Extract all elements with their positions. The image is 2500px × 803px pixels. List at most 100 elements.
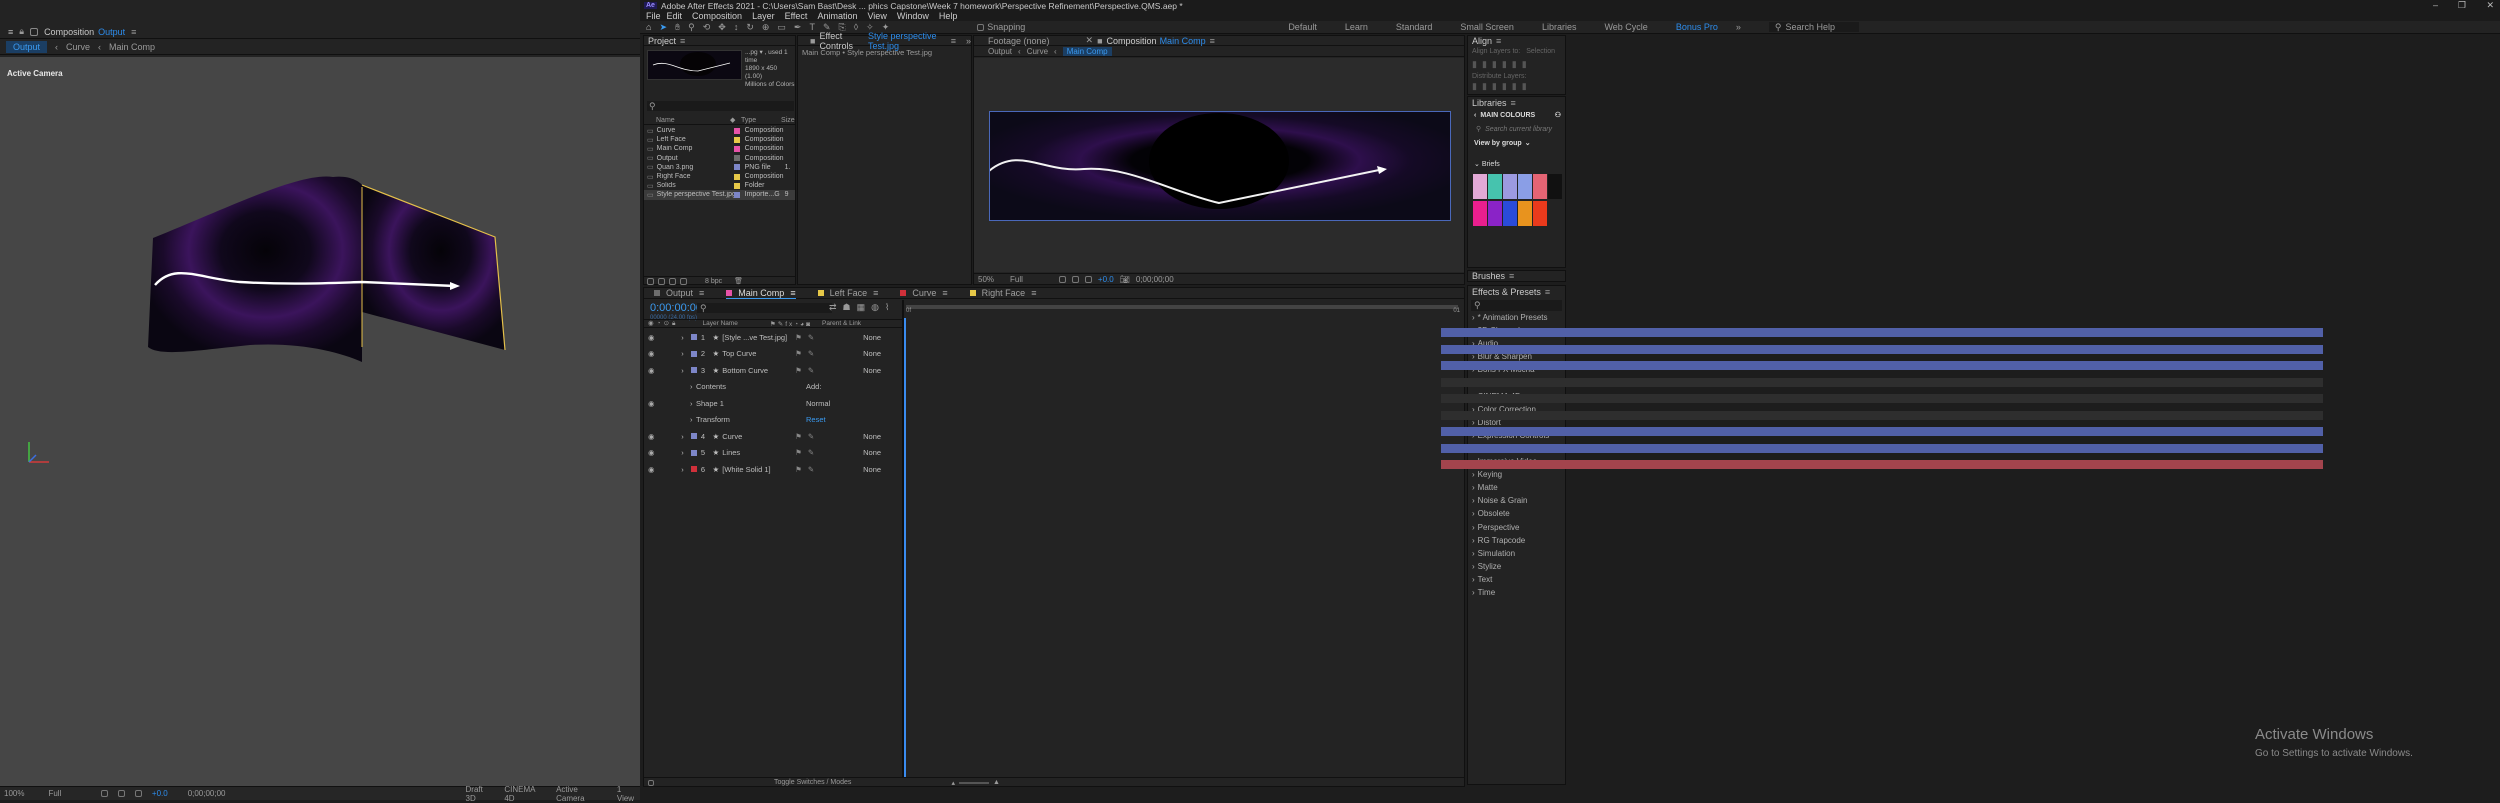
parent-select[interactable]: Normal (806, 399, 846, 408)
library-search[interactable]: ⚲ Search current library (1468, 122, 1565, 136)
layer-name[interactable]: Lines (722, 448, 795, 457)
timeline-search[interactable]: ⚲ (697, 303, 832, 313)
color-swatch[interactable] (1473, 201, 1487, 226)
expand-icon[interactable]: › (681, 465, 687, 474)
bpc-value[interactable]: 8 bpc (705, 278, 722, 285)
layer-row[interactable]: ◉ › 5 ★ Lines ⚑ ✎ None (644, 445, 902, 462)
layer-switches[interactable]: ⚑ ✎ (795, 366, 863, 375)
toggle-switches-modes[interactable]: Toggle Switches / Modes (774, 779, 851, 786)
timecode-value[interactable]: 0;00;00;00 (188, 789, 226, 798)
frame-blend-icon[interactable]: ▦ (857, 302, 866, 313)
layer-switches[interactable]: ⚑ ✎ (795, 333, 863, 342)
property-row[interactable]: › Contents Add: (644, 379, 902, 396)
layer-bar[interactable] (1441, 460, 2323, 469)
layer-bar[interactable] (1441, 344, 2323, 354)
layer-row[interactable]: ◉ › 3 ★ Bottom Curve ⚑ ✎ None (644, 362, 902, 379)
timeline-tab[interactable]: Main Comp ≡ (726, 288, 796, 299)
layer-color[interactable] (691, 334, 697, 341)
checkbox-icon[interactable] (977, 23, 985, 31)
interpret-icon[interactable] (647, 277, 654, 285)
quality-value[interactable]: Full (1010, 275, 1023, 284)
quality-value[interactable]: Full (48, 789, 61, 798)
layer-name[interactable]: Contents (696, 382, 806, 391)
maximize-icon[interactable]: ❐ (2458, 0, 2466, 11)
color-swatch[interactable] (1473, 174, 1487, 199)
mask-icon[interactable] (135, 790, 142, 797)
project-item[interactable]: ▭ Solids Folder (644, 181, 795, 190)
rotate-tool-icon[interactable]: ↻ (746, 22, 754, 33)
effects-category[interactable]: › Perspective (1472, 523, 1565, 536)
menu-icon[interactable]: ≡ (942, 288, 947, 298)
render-icon[interactable] (648, 779, 654, 786)
zoom-out-icon[interactable]: ▴ (951, 779, 955, 787)
layer-name[interactable]: Top Curve (722, 349, 795, 358)
workspace-small-screen[interactable]: Small Screen (1460, 22, 1514, 32)
crumb-output[interactable]: Output (6, 41, 48, 53)
workspace-default[interactable]: Default (1288, 22, 1317, 32)
more-tabs-icon[interactable]: » (966, 36, 971, 46)
menu-icon[interactable]: ≡ (131, 27, 136, 37)
menu-icon[interactable]: ≡ (873, 288, 878, 298)
effects-category[interactable]: › Time (1472, 588, 1565, 601)
layer-switches[interactable]: ⚑ ✎ (795, 448, 863, 457)
color-swatch[interactable] (1503, 201, 1517, 226)
hamburger-icon[interactable]: ≡ (8, 27, 13, 37)
color-swatch[interactable] (1548, 174, 1562, 199)
minimize-icon[interactable]: – (2433, 0, 2438, 10)
timecode-value[interactable]: 0;00;00;00 (1136, 275, 1174, 284)
label-swatch[interactable] (733, 173, 740, 180)
pen-tool-icon[interactable]: ✒ (794, 22, 802, 33)
effects-category[interactable]: › Simulation (1472, 549, 1565, 562)
effects-category[interactable]: › Noise & Grain (1472, 496, 1565, 509)
menu-icon[interactable]: ≡ (951, 36, 956, 46)
timeline-tab[interactable]: Left Face ≡ (817, 288, 878, 298)
effects-category[interactable]: › * Animation Presets (1472, 313, 1565, 326)
zoom-value[interactable]: 100% (4, 789, 24, 798)
hand-tool-icon[interactable]: ✋︎ (675, 22, 680, 33)
selection-tool-icon[interactable]: ➤ (659, 22, 667, 33)
menu-icon[interactable]: ≡ (1031, 288, 1036, 298)
brushes-panel[interactable]: Brushes ≡ (1467, 270, 1566, 282)
draft3d-icon[interactable]: ⇄ (829, 302, 837, 313)
timeline-timecode[interactable]: 0:00:00:00 (650, 302, 702, 314)
expand-icon[interactable]: › (681, 448, 687, 457)
menu-layer[interactable]: Layer (752, 11, 775, 21)
timeline-tab[interactable]: Output ≡ (654, 288, 704, 298)
comp-canvas[interactable] (974, 58, 1464, 272)
layer-bar[interactable] (1441, 328, 2323, 337)
composition-tab[interactable]: Composition (1107, 36, 1157, 46)
menu-window[interactable]: Window (897, 11, 929, 21)
visibility-icon[interactable]: ◉ (648, 465, 675, 474)
type-tool-icon[interactable]: T (809, 22, 815, 32)
col-type[interactable]: Type (741, 117, 781, 124)
menu-file[interactable]: File (646, 11, 661, 21)
zoom-value[interactable]: 50% (978, 275, 994, 284)
mask-icon[interactable] (1084, 276, 1092, 283)
layer-bar[interactable] (1441, 361, 2323, 370)
label-swatch[interactable] (733, 145, 740, 152)
zoom-tool-icon[interactable]: ⚲ (688, 22, 695, 33)
effects-category[interactable]: › Keying (1472, 470, 1565, 483)
label-col-icon[interactable]: ◆ (730, 116, 741, 124)
composition-name[interactable]: Main Comp (1160, 36, 1206, 46)
workspace-web-cycle[interactable]: Web Cycle (1604, 22, 1647, 32)
project-item[interactable]: ▭ Curve Composition (644, 126, 795, 135)
new-folder-icon[interactable] (658, 277, 665, 285)
settings-icon[interactable] (680, 277, 687, 285)
workspace-more-icon[interactable]: » (1736, 22, 1741, 32)
color-swatch[interactable] (1488, 174, 1502, 199)
expand-icon[interactable]: › (681, 333, 687, 342)
workspace-libraries[interactable]: Libraries (1542, 22, 1577, 32)
layer-color[interactable] (691, 466, 697, 473)
layer-row[interactable]: ◉ › 1 ★ [Style ...ve Test.jpg] ⚑ ✎ None (644, 329, 902, 346)
layer-switches[interactable]: ⚑ ✎ (795, 349, 863, 358)
zoom-slider[interactable] (958, 781, 989, 784)
layer-switches[interactable]: ⚑ ✎ (795, 432, 863, 441)
menu-icon[interactable]: ≡ (790, 288, 795, 298)
menu-icon[interactable]: ≡ (1511, 98, 1516, 108)
parent-select[interactable]: None (863, 333, 902, 342)
menu-icon[interactable]: ≡ (1210, 36, 1215, 46)
menu-icon[interactable]: ≡ (680, 36, 685, 46)
exposure-value[interactable]: +0.0 (1098, 275, 1114, 284)
workspace-bonus-pro[interactable]: Bonus Pro (1676, 22, 1718, 32)
